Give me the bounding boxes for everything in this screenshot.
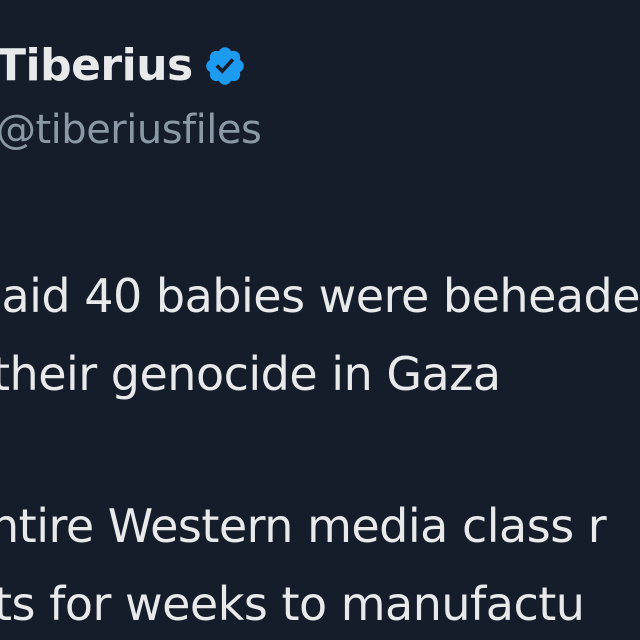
tweet-card: Tiberius @tiberiusfiles said 40 babies w…: [0, 0, 640, 640]
tweet-text-line: ts for weeks to manufactu: [0, 577, 585, 631]
tweet-text-line: ntire Western media class r: [0, 499, 607, 553]
tweet-text-line: their genocide in Gaza: [0, 347, 501, 401]
tweet-text-line: said 40 babies were beheaded: [0, 269, 640, 323]
tweet-text: said 40 babies were beheaded their genoc…: [0, 0, 640, 640]
